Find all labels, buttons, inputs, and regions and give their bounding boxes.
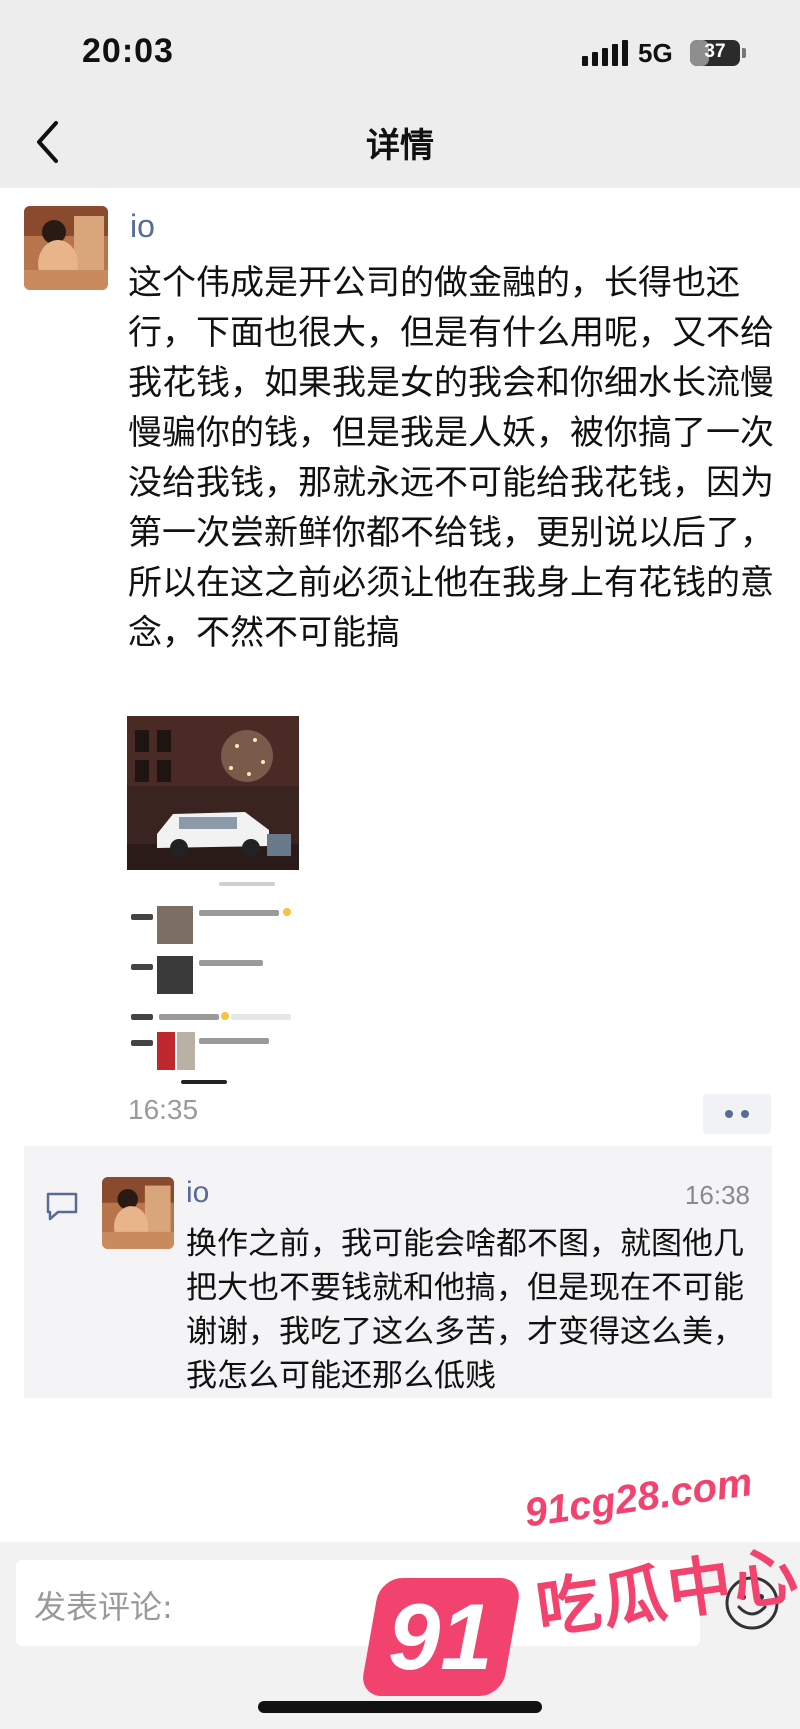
more-options-button[interactable] (703, 1094, 771, 1134)
comment-text[interactable]: 换作之前，我可能会啥都不图，就图他几把大也不要钱就和他搞，但是现在不可能谢谢，我… (186, 1222, 754, 1398)
comment-input-placeholder: 发表评论: (34, 1588, 173, 1626)
signal-icon (582, 40, 628, 66)
page-title: 详情 (366, 126, 434, 166)
status-time: 20:03 (82, 32, 174, 70)
home-indicator[interactable] (258, 1701, 542, 1713)
comment-time: 16:38 (684, 1180, 750, 1210)
battery-tip (742, 48, 746, 58)
comment-icon (46, 1192, 78, 1221)
watermark-number: 91 (388, 1584, 493, 1689)
post-image[interactable] (127, 716, 299, 1088)
post-time: 16:35 (128, 1094, 199, 1125)
battery-icon: 37 (690, 40, 740, 66)
dot-icon (741, 1110, 749, 1118)
post-image-photo (127, 716, 299, 870)
post-content: 这个伟成是开公司的做金融的，长得也还行，下面也很大，但是有什么用呢，又不给我花钱… (128, 263, 774, 653)
watermark-url: 91cg28.com (522, 1460, 755, 1536)
avatar[interactable] (24, 206, 108, 290)
post-author[interactable]: io (130, 208, 155, 245)
network-label: 5G (638, 38, 673, 68)
dot-icon (725, 1110, 733, 1118)
watermark-name: 吃瓜中心 (532, 1538, 800, 1649)
watermark: 91 91cg28.com 吃瓜中心 (359, 1460, 800, 1715)
battery-percent: 37 (704, 41, 726, 62)
comment-author[interactable]: io (186, 1176, 209, 1210)
comment-avatar[interactable] (102, 1177, 174, 1249)
avatar-image (102, 1177, 174, 1249)
avatar-image (24, 206, 108, 290)
